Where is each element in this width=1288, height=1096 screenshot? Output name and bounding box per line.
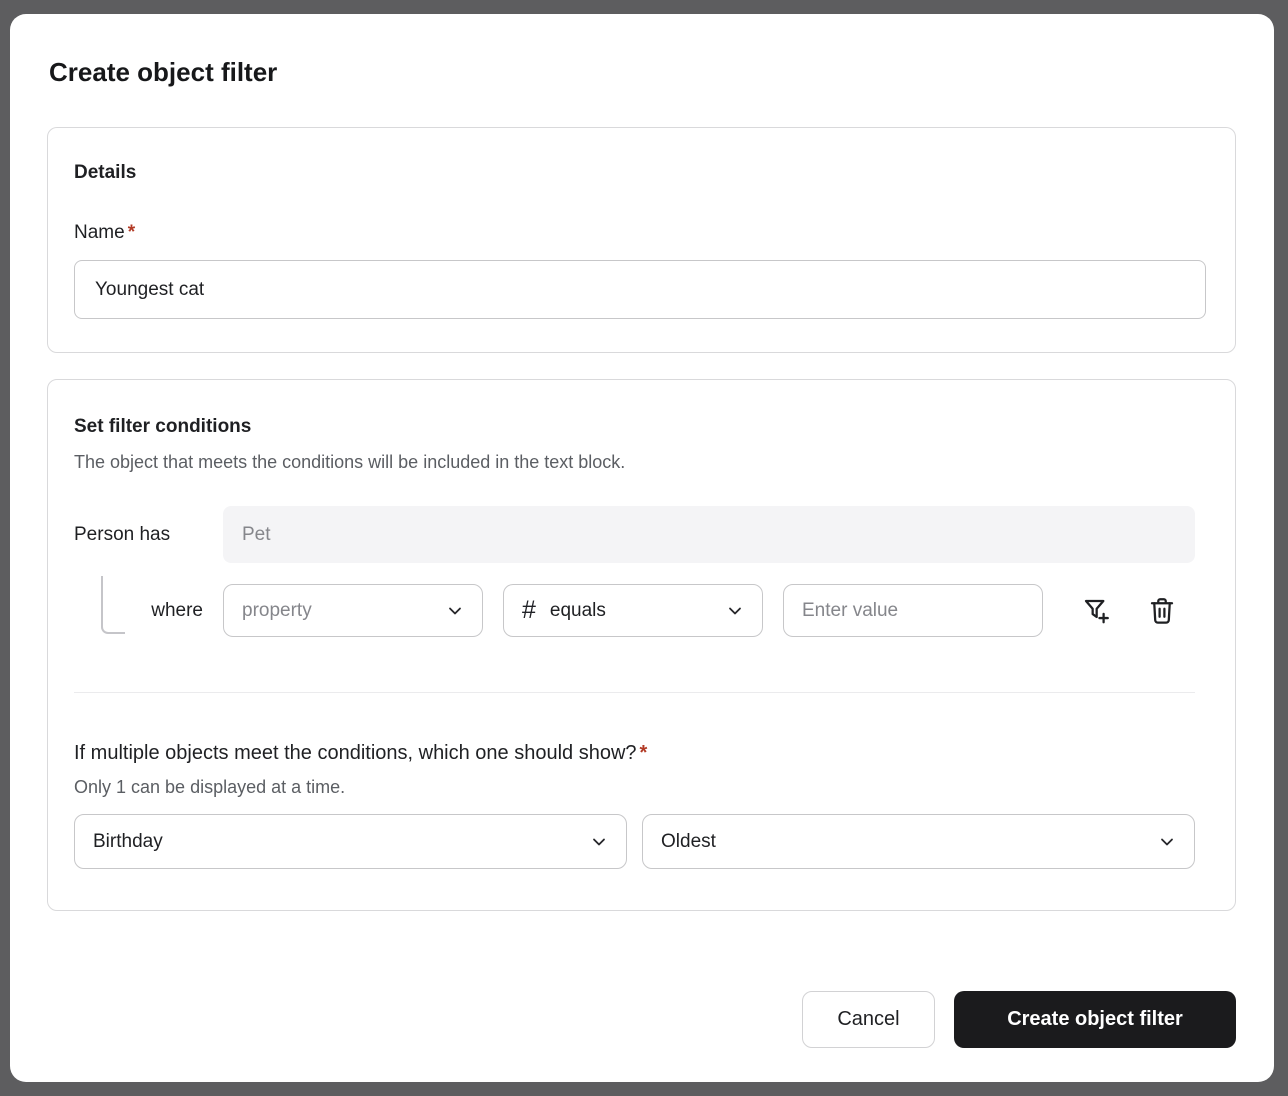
selection-question: If multiple objects meet the conditions,… bbox=[74, 739, 1195, 767]
create-object-filter-button[interactable]: Create object filter bbox=[954, 991, 1236, 1048]
add-filter-button[interactable] bbox=[1079, 594, 1113, 628]
filter-plus-icon bbox=[1080, 595, 1112, 627]
operator-select[interactable]: # equals bbox=[503, 584, 763, 637]
conditions-description: The object that meets the conditions wil… bbox=[74, 452, 626, 472]
property-select[interactable]: property bbox=[223, 584, 483, 637]
details-card: Details Name * bbox=[47, 127, 1236, 353]
property-select-value: property bbox=[242, 599, 312, 621]
name-label-text: Name bbox=[74, 222, 125, 243]
operator-select-value: equals bbox=[549, 599, 606, 621]
conditions-card: Set filter conditions The object that me… bbox=[47, 379, 1236, 911]
branch-connector-line bbox=[101, 575, 125, 634]
chevron-down-icon bbox=[588, 831, 610, 853]
sort-row: Birthday Oldest bbox=[74, 814, 1195, 869]
dialog-footer: Cancel Create object filter bbox=[47, 991, 1236, 1048]
sort-order-select[interactable]: Oldest bbox=[642, 814, 1195, 869]
sort-property-value: Birthday bbox=[93, 830, 163, 852]
hash-icon: # bbox=[522, 596, 536, 624]
required-asterisk: * bbox=[127, 222, 136, 243]
chevron-down-icon bbox=[1156, 831, 1178, 853]
object-value-text: Pet bbox=[242, 523, 271, 545]
section-divider bbox=[74, 692, 1195, 693]
dialog-backdrop: Create object filter Details Name* Set f… bbox=[0, 0, 1288, 1096]
delete-condition-button[interactable] bbox=[1145, 594, 1179, 628]
sort-property-select[interactable]: Birthday bbox=[74, 814, 627, 869]
object-row-label: Person has bbox=[74, 523, 171, 545]
chevron-down-icon bbox=[724, 600, 746, 622]
condition-value-input[interactable] bbox=[783, 584, 1043, 637]
where-label: where bbox=[151, 599, 203, 621]
sort-order-value: Oldest bbox=[661, 830, 716, 852]
chevron-down-icon bbox=[444, 600, 466, 622]
object-value-field: Pet bbox=[223, 506, 1195, 563]
where-label-col: where bbox=[74, 575, 223, 634]
name-input[interactable] bbox=[74, 260, 1206, 319]
required-asterisk: * bbox=[639, 742, 648, 764]
conditions-heading: Set filter conditions bbox=[74, 416, 252, 437]
selection-note: Only 1 can be displayed at a time. bbox=[74, 777, 346, 797]
name-label: Name * bbox=[74, 222, 1206, 244]
selection-question-text: If multiple objects meet the conditions,… bbox=[74, 742, 637, 764]
details-heading: Details bbox=[74, 162, 137, 183]
dialog-title: Create object filter bbox=[49, 57, 278, 87]
object-row: Person has Pet bbox=[74, 506, 1195, 563]
condition-row: where property # equals bbox=[74, 575, 1195, 637]
trash-icon bbox=[1146, 595, 1178, 627]
cancel-button[interactable]: Cancel bbox=[802, 991, 935, 1048]
create-object-filter-dialog: Create object filter Details Name* Set f… bbox=[10, 14, 1274, 1082]
